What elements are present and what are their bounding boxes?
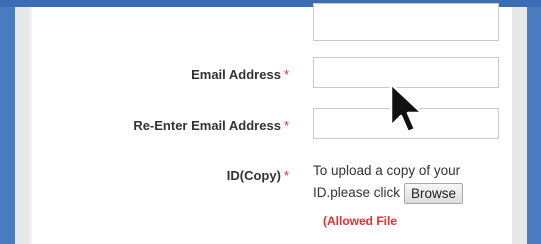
upload-instructions: To upload a copy of your ID.please click…	[313, 160, 513, 204]
reenter-email-required-mark: *	[283, 118, 289, 133]
email-required-mark: *	[283, 67, 289, 82]
mouse-pointer-icon	[389, 82, 424, 134]
reenter-email-label-text: Re-Enter Email Address	[133, 118, 281, 133]
allowed-file-note: (Allowed File	[323, 214, 398, 228]
id-copy-label-text: ID(Copy)	[226, 168, 281, 183]
left-gutter	[15, 7, 30, 244]
email-label: Email Address *	[191, 67, 289, 82]
id-copy-required-mark: *	[283, 168, 289, 183]
browse-button[interactable]: Browse	[404, 182, 464, 204]
email-label-text: Email Address	[191, 67, 281, 82]
panel-left-border	[30, 7, 32, 244]
reenter-email-label: Re-Enter Email Address *	[133, 118, 289, 133]
id-copy-label: ID(Copy) *	[227, 168, 289, 183]
previous-field-input[interactable]	[313, 3, 499, 41]
right-gutter	[512, 7, 527, 244]
